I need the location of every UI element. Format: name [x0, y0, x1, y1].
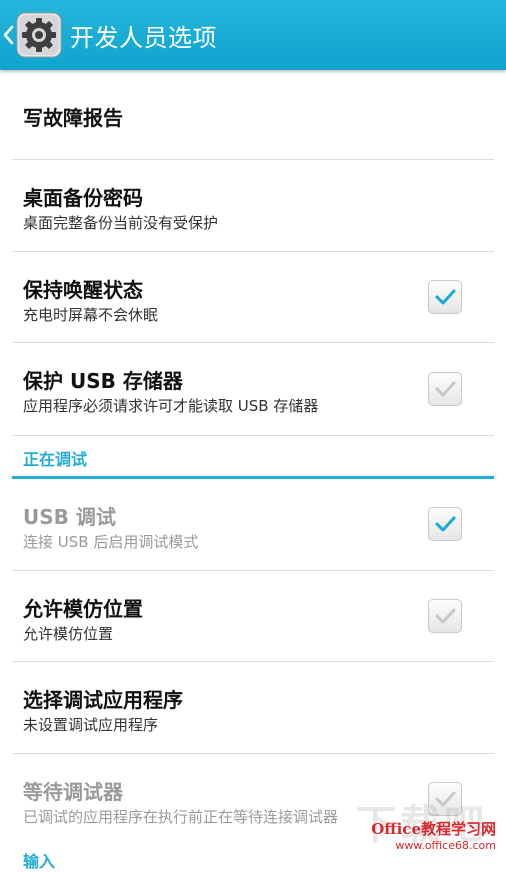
list-item-debug-app[interactable]: 选择调试应用程序 未设置调试应用程序: [12, 662, 494, 754]
item-summary: 允许模仿位置: [23, 625, 114, 643]
settings-list: 写故障报告 桌面备份密码 桌面完整备份当前没有受保护 保持唤醒状态 充电时屏幕不…: [0, 70, 506, 844]
item-title: 选择调试应用程序: [23, 688, 183, 712]
item-summary: 连接 USB 后启用调试模式: [23, 533, 199, 551]
back-button[interactable]: [0, 0, 62, 70]
mock-location-checkbox[interactable]: [428, 599, 462, 633]
item-summary: 未设置调试应用程序: [23, 716, 159, 734]
checkmark-icon: [435, 608, 456, 624]
list-item-usb-debugging[interactable]: USB 调试 连接 USB 后启用调试模式: [12, 479, 494, 571]
item-title: 写故障报告: [23, 106, 123, 130]
section-label: 正在调试: [23, 450, 88, 469]
checkmark-icon: [435, 289, 456, 305]
checkmark-icon: [435, 516, 456, 532]
item-title: 保护 USB 存储器: [23, 369, 183, 393]
section-label-input: 输入: [23, 852, 56, 871]
item-summary: 桌面完整备份当前没有受保护: [23, 214, 219, 232]
protect-usb-checkbox[interactable]: [428, 372, 462, 406]
settings-gear-icon: [16, 12, 62, 58]
item-title: USB 调试: [23, 505, 116, 529]
stay-awake-checkbox[interactable]: [428, 280, 462, 314]
item-title: 允许模仿位置: [23, 597, 143, 621]
action-bar: 开发人员选项: [0, 0, 506, 70]
usb-debugging-checkbox[interactable]: [428, 507, 462, 541]
section-header-debugging: 正在调试: [12, 436, 494, 479]
checkmark-icon: [435, 381, 456, 397]
item-title: 等待调试器: [23, 780, 123, 804]
watermark-brand: Office教程学习网: [371, 820, 496, 838]
back-chevron-icon: [3, 25, 14, 45]
item-summary: 已调试的应用程序在执行前正在等待连接调试器: [23, 808, 339, 826]
item-title: 保持唤醒状态: [23, 278, 143, 302]
list-item-protect-usb[interactable]: 保护 USB 存储器 应用程序必须请求许可才能读取 USB 存储器: [12, 343, 494, 436]
list-item-bugreport[interactable]: 写故障报告: [12, 70, 494, 160]
item-summary: 充电时屏幕不会休眠: [23, 306, 159, 324]
list-item-mock-location[interactable]: 允许模仿位置 允许模仿位置: [12, 571, 494, 662]
watermark: Office教程学习网 www.office68.com: [371, 818, 496, 852]
list-item-stay-awake[interactable]: 保持唤醒状态 充电时屏幕不会休眠: [12, 252, 494, 343]
list-item-backup-password[interactable]: 桌面备份密码 桌面完整备份当前没有受保护: [12, 160, 494, 252]
watermark-url: www.office68.com: [395, 839, 496, 852]
item-summary: 应用程序必须请求许可才能读取 USB 存储器: [23, 397, 319, 415]
page-title: 开发人员选项: [70, 23, 217, 52]
item-title: 桌面备份密码: [23, 186, 143, 210]
